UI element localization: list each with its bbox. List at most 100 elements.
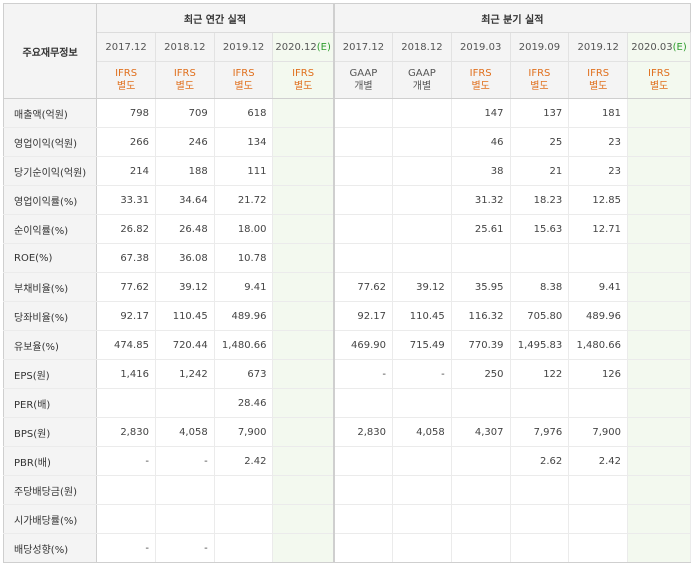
statement-type-label: 별도 [293,81,313,92]
table-cell: 4,307 [451,417,511,447]
row-label: 시가배당률(%) [2,504,98,534]
table-cell [510,388,570,418]
table-cell: 2.42 [568,446,629,476]
table-cell [155,504,215,534]
table-cell: - [392,359,452,389]
table-cell [272,185,335,215]
accounting-standard-header: IFRS 별도 [510,61,570,99]
table-cell [272,301,335,331]
table-cell: - [96,446,156,476]
table-cell: 77.62 [332,272,394,302]
table-cell [272,98,335,128]
table-cell: 1,480.66 [214,330,274,360]
table-cell: 474.85 [96,330,156,360]
table-cell [332,98,394,128]
table-cell: 715.49 [392,330,452,360]
table-cell [272,446,335,476]
accounting-standard-label: IFRS [173,68,196,79]
table-cell [96,504,156,534]
table-cell [627,156,691,186]
period-header: 2018.12 [392,32,452,62]
accounting-standard-label: IFRS [232,68,255,79]
table-row: 영업이익(억원) 266 246 134 46 25 23 [2,127,691,157]
accounting-standard-label: IFRS [292,68,315,79]
table-cell: 23 [568,127,629,157]
table-cell: 188 [155,156,215,186]
table-cell: 1,480.66 [568,330,629,360]
period-label: 2020.03 [631,41,673,53]
period-header: 2020.12(E) [272,32,335,62]
table-cell: 111 [214,156,274,186]
table-cell: 126 [568,359,629,389]
table-cell: 4,058 [155,417,215,447]
table-cell [392,156,452,186]
accounting-standard-header: IFRS 별도 [272,61,335,99]
table-cell: - [96,533,156,563]
table-cell: 12.85 [568,185,629,215]
row-label: 매출액(억원) [2,98,98,128]
accounting-standard-label: IFRS [115,68,138,79]
table-cell: 28.46 [214,388,274,418]
table-cell [272,417,335,447]
table-cell: 137 [510,98,570,128]
table-cell: 116.32 [451,301,511,331]
corner-label: 주요재무정보 [2,3,98,99]
table-row: 당기순이익(억원) 214 188 111 38 21 23 [2,156,691,186]
table-cell: 122 [510,359,570,389]
table-cell: 1,242 [155,359,215,389]
statement-type-label: 별도 [471,81,490,92]
period-header-row: 2017.12 2018.12 2019.12 2020.12(E) 2017.12 20… [4,32,691,62]
table-cell [392,98,452,128]
table-cell: 38 [451,156,511,186]
table-cell [96,475,156,505]
table-cell [627,214,691,244]
table-cell: 21 [510,156,570,186]
table-body: 매출액(억원) 798 709 618 147 137 181 영업이익(억원) 266 246 1… [2,98,691,563]
table-cell: - [155,533,215,563]
financial-summary-table: 주요재무정보 최근 연간 실적 최근 분기 실적 2017.12 2018.12 2… [2,3,691,563]
table-cell [627,301,691,331]
table-cell: 489.96 [568,301,629,331]
table-cell: 18.00 [214,214,274,244]
period-label: 2019.12 [577,41,619,53]
table-cell: 8.38 [510,272,570,302]
accounting-standard-label: IFRS [648,68,671,79]
row-label: 유보율(%) [2,330,98,360]
table-cell: 23 [568,156,629,186]
period-label: 2019.09 [518,41,561,53]
period-label: 2019.12 [222,41,265,53]
table-cell [272,504,335,534]
table-cell [451,388,511,418]
table-cell [272,272,335,302]
table-cell: 18.23 [510,185,570,215]
table-cell [392,243,452,273]
period-label: 2019.03 [459,41,502,53]
table-cell: 4,058 [392,417,452,447]
table-cell: 33.31 [96,185,156,215]
table-cell [214,504,274,534]
table-cell [272,533,335,563]
accounting-standard-label: IFRS [528,68,551,79]
table-cell [332,533,394,563]
table-cell [627,272,691,302]
row-label: 주당배당금(원) [2,475,98,505]
table-cell: 92.17 [332,301,394,331]
table-cell [510,504,570,534]
table-cell [214,533,274,563]
accounting-standard-label: IFRS [469,68,492,79]
table-cell [568,533,629,563]
table-cell [392,533,452,563]
row-label: 영업이익률(%) [2,185,98,215]
table-cell: 9.41 [214,272,274,302]
statement-type-label: 별도 [116,81,136,92]
period-label: 2018.12 [164,41,206,53]
table-cell [332,214,394,244]
period-label: 2020.12 [275,41,317,53]
table-cell [272,156,335,186]
table-cell [568,243,629,273]
accounting-standard-header: IFRS 별도 [568,61,629,99]
row-label: EPS(원) [2,359,98,389]
table-row: 시가배당률(%) [2,504,691,534]
table-row: BPS(원) 2,830 4,058 7,900 2,830 4,058 4,307 7,97… [2,417,691,447]
table-cell: 2.62 [510,446,570,476]
